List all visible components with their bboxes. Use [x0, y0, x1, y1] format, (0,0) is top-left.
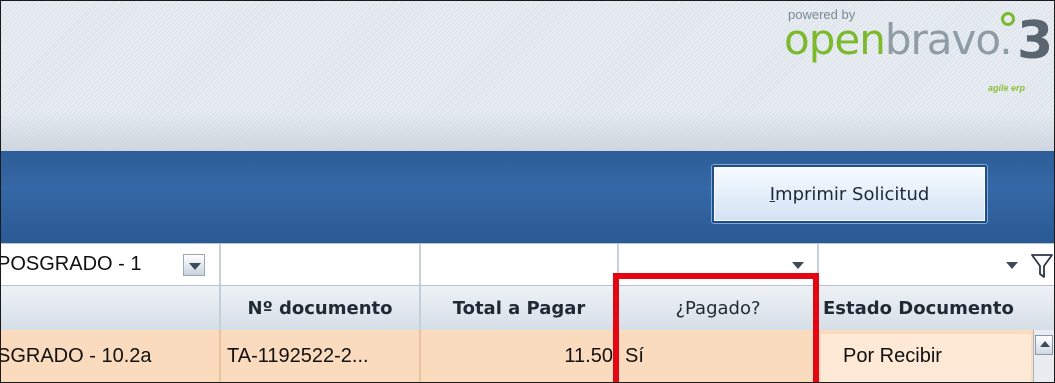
column-header-paid[interactable]: ¿Pagado?: [619, 286, 819, 330]
app-window: powered by openbravo. 3 agile erp Imprim…: [0, 0, 1055, 383]
row-total: 11.50: [421, 330, 619, 382]
logo-open: open: [784, 15, 886, 64]
program-filter-value: POSGRADO - 1: [0, 253, 142, 275]
row-document: TA-1192522-2...: [221, 330, 421, 382]
logo-tagline: agile erp: [988, 83, 1026, 93]
filter-row: POSGRADO - 1: [1, 243, 1054, 286]
header-shade: [1, 111, 1054, 151]
document-filter[interactable]: [221, 244, 421, 286]
program-filter[interactable]: POSGRADO - 1: [1, 244, 221, 286]
column-header-total[interactable]: Total a Pagar: [421, 286, 619, 330]
openbravo-logo: openbravo.: [784, 15, 1013, 64]
row-paid: Sí: [619, 330, 819, 382]
row-state-value: Por Recibir: [843, 345, 942, 367]
scroll-up-icon[interactable]: [1035, 335, 1053, 355]
print-request-button[interactable]: Imprimir Solicitud: [712, 165, 987, 223]
funnel-icon[interactable]: [1031, 253, 1053, 279]
logo-ring-icon: [1001, 12, 1015, 26]
row-program-value: SGRADO - 10.2a: [0, 344, 152, 367]
chevron-down-icon[interactable]: [787, 254, 809, 276]
row-program: SGRADO - 10.2a: [1, 330, 221, 382]
chevron-down-icon[interactable]: [1001, 254, 1023, 276]
state-filter[interactable]: [819, 244, 1054, 286]
logo-version-mark: 3: [1017, 11, 1054, 71]
column-header-program[interactable]: [1, 286, 221, 330]
grid-header: Nº documento Total a Pagar ¿Pagado? Esta…: [1, 285, 1054, 331]
total-filter[interactable]: [421, 244, 619, 286]
column-header-state[interactable]: Estado Documento: [819, 286, 1054, 330]
chevron-down-icon[interactable]: [183, 254, 205, 276]
paid-filter[interactable]: [619, 244, 819, 286]
column-header-document[interactable]: Nº documento: [221, 286, 421, 330]
logo-bravo: bravo.: [884, 15, 1013, 64]
print-button-label: mprimir Solicitud: [775, 183, 930, 205]
